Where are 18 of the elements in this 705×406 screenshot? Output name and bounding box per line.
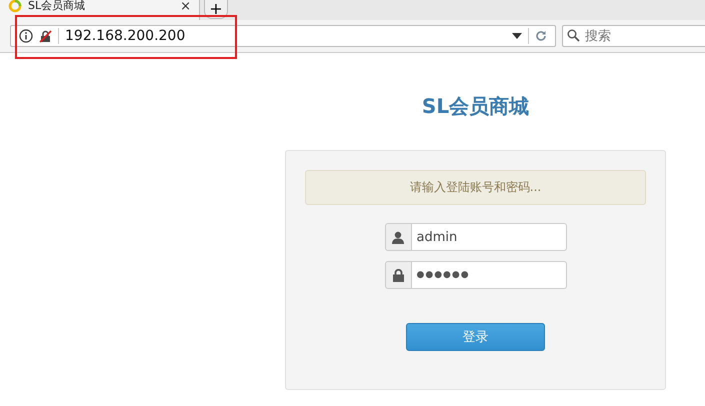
search-field[interactable]: 搜索 bbox=[562, 25, 705, 47]
tab-title: SL会员商城 bbox=[28, 0, 86, 12]
info-icon[interactable] bbox=[19, 29, 33, 43]
username-field[interactable]: admin bbox=[412, 223, 566, 251]
page-title: SL会员商城 bbox=[422, 93, 530, 120]
address-bar[interactable]: 192.168.200.200 bbox=[10, 25, 556, 47]
circle-logo-icon bbox=[8, 0, 22, 13]
dropdown-caret-icon[interactable] bbox=[512, 33, 522, 39]
url-text: 192.168.200.200 bbox=[65, 28, 186, 44]
insecure-lock-icon[interactable] bbox=[39, 30, 52, 42]
search-icon bbox=[567, 29, 580, 42]
lock-icon bbox=[392, 268, 404, 282]
password-field[interactable]: ●●●●●● bbox=[412, 261, 566, 289]
notice-message: 请输入登陆账号和密码... bbox=[305, 170, 646, 205]
user-icon bbox=[392, 230, 404, 244]
browser-tab[interactable]: SL会员商城 × bbox=[0, 0, 200, 20]
close-tab-button[interactable]: × bbox=[180, 0, 191, 14]
reload-icon[interactable] bbox=[535, 30, 547, 42]
